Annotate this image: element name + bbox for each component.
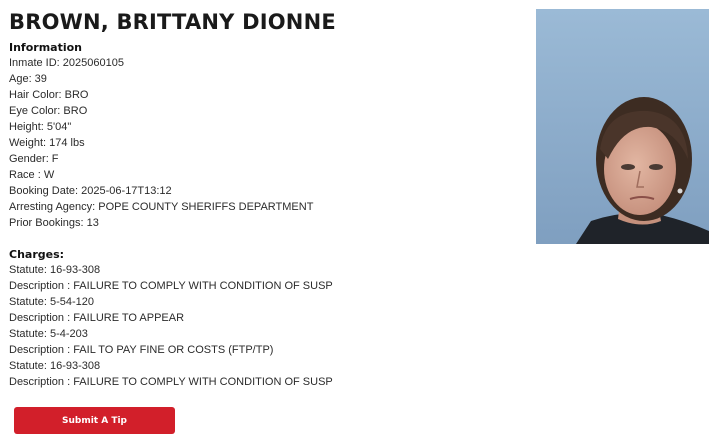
inmate-id: Inmate ID: 2025060105 (9, 57, 124, 69)
booking-date: Booking Date: 2025-06-17T13:12 (9, 185, 172, 197)
charge-statute: Statute: 16-93-308 (9, 360, 101, 372)
mugshot-image (536, 9, 709, 244)
gender: Gender: F (9, 153, 59, 165)
weight: Weight: 174 lbs (9, 137, 85, 149)
eye-color: Eye Color: BRO (9, 105, 88, 117)
charge-statute: Statute: 5-4-203 (9, 328, 88, 340)
information-heading: Information (9, 41, 82, 54)
charges-heading: Charges: (9, 248, 65, 261)
submit-tip-button[interactable]: Submit A Tip (14, 407, 175, 434)
mugshot-photo (536, 9, 709, 244)
inmate-details: Information Inmate ID: 2025060105 Age: 3… (9, 40, 529, 390)
charge-statute: Statute: 5-54-120 (9, 296, 95, 308)
height: Height: 5'04" (9, 121, 72, 133)
charge-description: Description : FAILURE TO COMPLY WITH CON… (9, 376, 333, 388)
charge-description: Description : FAILURE TO APPEAR (9, 312, 185, 324)
inmate-name: BROWN, BRITTANY DIONNE (9, 10, 336, 34)
charge-statute: Statute: 16-93-308 (9, 264, 101, 276)
hair-color: Hair Color: BRO (9, 89, 89, 101)
prior-bookings: Prior Bookings: 13 (9, 217, 99, 229)
charge-description: Description : FAIL TO PAY FINE OR COSTS … (9, 344, 274, 356)
race: Race : W (9, 169, 55, 181)
arresting-agency: Arresting Agency: POPE COUNTY SHERIFFS D… (9, 201, 314, 213)
charge-description: Description : FAILURE TO COMPLY WITH CON… (9, 280, 333, 292)
age: Age: 39 (9, 73, 47, 85)
